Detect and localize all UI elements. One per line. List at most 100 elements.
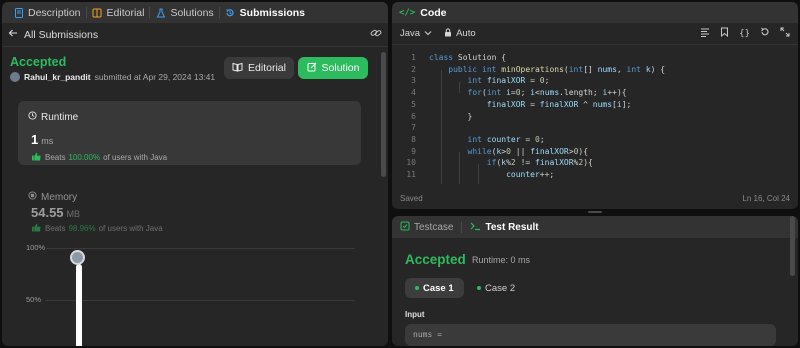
editorial-button[interactable]: Editorial: [224, 57, 294, 79]
edit-icon: [307, 62, 317, 75]
runtime-beats-prefix: Beats: [45, 153, 66, 162]
line-number: 4: [411, 88, 416, 98]
tab-editorial[interactable]: Editorial: [87, 7, 150, 19]
submission-subheader: All Submissions: [2, 23, 388, 47]
pass-dot-icon: [415, 286, 419, 290]
distribution-bar[interactable]: [76, 264, 82, 346]
resize-handle[interactable]: [588, 211, 602, 213]
test-result-panel: Testcase Test Result Accepted Runtime: 0…: [392, 216, 798, 346]
memory-beats-prefix: Beats: [45, 224, 66, 233]
memory-value: 54.55: [31, 205, 64, 220]
code-text: int finalXOR = 0;: [467, 76, 550, 86]
saved-status: Saved: [400, 193, 423, 203]
input-value-box[interactable]: nums =: [405, 324, 776, 346]
tab-submissions-label: Submissions: [239, 6, 306, 19]
pass-dot-icon: [477, 286, 481, 290]
test-tabs: Testcase Test Result: [392, 216, 798, 238]
tab-submissions[interactable]: Submissions: [220, 7, 310, 19]
submission-meta: Rahul_kr_pandit submitted at Apr 29, 202…: [10, 72, 215, 82]
memory-title: Memory: [41, 191, 78, 203]
code-text: int counter = 0;: [467, 134, 545, 144]
scrollbar[interactable]: [381, 52, 386, 177]
runtime-beats-pct: 100.00%: [68, 153, 101, 162]
submission-panel: Description Editorial Solutions Submissi…: [2, 2, 388, 346]
tab-solutions-label: Solutions: [170, 6, 214, 19]
editorial-button-label: Editorial: [248, 62, 286, 74]
runtime-title: Runtime: [41, 111, 79, 123]
reset-icon[interactable]: [760, 27, 770, 40]
tab-test-result-label: Test Result: [485, 221, 539, 233]
thumbs-up-icon: [31, 223, 42, 234]
bookmark-icon[interactable]: [720, 27, 729, 40]
runtime-beats: Beats 100.00% of users with Java: [31, 152, 167, 163]
braces-icon[interactable]: {}: [739, 29, 750, 39]
case-2-tab[interactable]: Case 2: [467, 278, 525, 298]
book-icon: [92, 7, 103, 18]
memory-title-row: Memory: [28, 191, 77, 203]
code-text: class Solution {: [429, 53, 507, 62]
code-line: 4 for(int i=0; i<nums.length; i++){: [392, 88, 798, 100]
runtime-card[interactable]: Runtime 1 ms Beats 100.00% of users with …: [18, 101, 361, 165]
memory-beats-suffix: of users with Java: [98, 224, 163, 233]
memory-card[interactable]: Memory 54.55 MB Beats 98.96% of users wit…: [18, 181, 361, 237]
runtime-value: 1: [31, 132, 39, 147]
auto-mode[interactable]: Auto: [444, 27, 476, 40]
book-icon: [232, 62, 243, 75]
thumbs-up-icon: [31, 152, 42, 163]
format-icon[interactable]: [700, 27, 710, 40]
scrollbar[interactable]: [790, 216, 795, 276]
input-value: nums =: [413, 330, 442, 339]
code-line: 2 public int minOperations(int[] nums, i…: [392, 65, 798, 77]
code-line: 7: [392, 123, 798, 135]
editor-status-bar: Saved Ln 16, Col 24: [392, 187, 798, 209]
code-editor[interactable]: 1 class Solution { 2 public int minOperat…: [392, 48, 798, 184]
solution-button[interactable]: Solution: [298, 57, 368, 79]
memory-beats-pct: 98.96%: [68, 224, 96, 233]
link-icon[interactable]: [370, 27, 382, 42]
memory-unit: MB: [66, 209, 81, 219]
code-panel: </> Code Java Auto {} 1 class Solution {…: [392, 2, 798, 209]
avatar[interactable]: [10, 72, 20, 82]
tab-description[interactable]: Description: [8, 7, 86, 19]
code-icon: </>: [399, 7, 416, 18]
expand-icon[interactable]: [780, 27, 790, 40]
lock-icon: [444, 27, 452, 40]
input-label: Input: [405, 310, 425, 319]
code-title: Code: [420, 6, 447, 19]
runtime-unit: ms: [41, 136, 54, 146]
submission-status: Accepted: [10, 55, 67, 69]
language-select[interactable]: Java: [400, 28, 432, 39]
code-header: </> Code: [392, 2, 798, 23]
editor-toolbar: Java Auto {}: [392, 23, 798, 45]
line-number: 9: [411, 146, 416, 156]
code-text: }: [429, 111, 473, 121]
line-number: 3: [411, 76, 416, 86]
code-line: 8 int counter = 0;: [392, 135, 798, 147]
submission-detail: Accepted Rahul_kr_pandit submitted at Ap…: [2, 47, 380, 346]
tab-testcase-label: Testcase: [414, 221, 454, 233]
runtime-beats-suffix: of users with Java: [103, 153, 168, 162]
tab-solutions[interactable]: Solutions: [150, 7, 218, 19]
runtime-value-row: 1 ms: [31, 132, 53, 147]
all-submissions-link[interactable]: All Submissions: [8, 28, 98, 41]
tab-description-label: Description: [28, 6, 81, 19]
code-line: 6 }: [392, 112, 798, 124]
case-2-label: Case 2: [485, 282, 516, 294]
code-text: finalXOR = finalXOR ^ nums[i];: [486, 99, 632, 109]
code-text: public int minOperations(int[] nums, int…: [448, 64, 666, 74]
case-1-tab[interactable]: Case 1: [405, 278, 464, 298]
test-status: Accepted: [405, 252, 466, 267]
user-marker-avatar[interactable]: [70, 250, 85, 266]
cursor-position: Ln 16, Col 24: [742, 193, 790, 203]
tab-test-result[interactable]: Test Result: [470, 221, 539, 234]
code-text: counter++;: [506, 170, 555, 179]
flask-icon: [155, 7, 166, 18]
runtime-title-row: Runtime: [28, 111, 78, 123]
username[interactable]: Rahul_kr_pandit: [24, 72, 91, 82]
line-number: 5: [411, 99, 416, 109]
code-text: for(int i=0; i<nums.length; i++){: [467, 88, 627, 98]
memory-value-row: 54.55 MB: [31, 205, 80, 220]
line-number: 10: [406, 158, 416, 168]
distribution-chart: 100% 50%: [18, 243, 361, 346]
tab-testcase[interactable]: Testcase: [400, 221, 453, 234]
